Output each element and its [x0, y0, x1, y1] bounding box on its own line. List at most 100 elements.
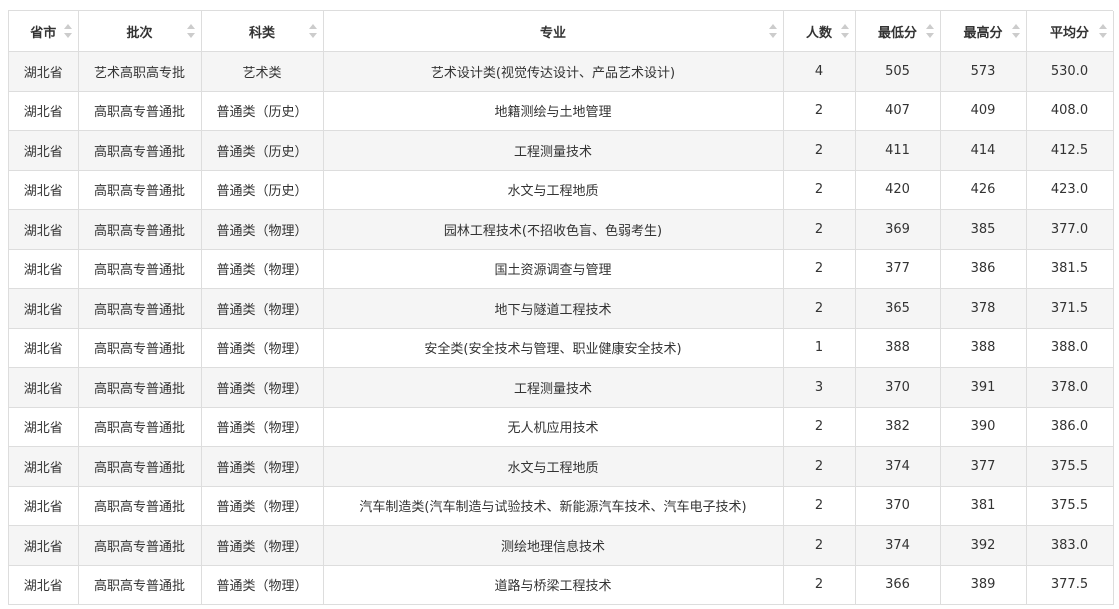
cell-batch: 高职高专普通批	[78, 565, 202, 605]
cell-max-score: 426	[940, 170, 1027, 210]
cell-count: 4	[783, 51, 856, 92]
cell-avg-score: 423.0	[1026, 170, 1114, 210]
cell-count: 2	[783, 407, 856, 447]
cell-min-score: 366	[855, 565, 941, 605]
column-header-label: 批次	[126, 25, 153, 41]
column-header-province[interactable]: 省市	[9, 11, 79, 52]
cell-max-score: 378	[940, 288, 1027, 329]
table-row: 湖北省 高职高专普通批 普通类（物理） 国土资源调查与管理 2 377 386 381.5	[9, 249, 1114, 289]
sort-arrows-icon[interactable]	[768, 24, 777, 38]
cell-province: 湖北省	[9, 367, 79, 408]
table-row: 湖北省 高职高专普通批 普通类（历史） 工程测量技术 2 411 414 412.5	[9, 130, 1114, 171]
cell-max-score: 377	[940, 446, 1027, 487]
column-header-max-score[interactable]: 最高分	[940, 11, 1027, 52]
cell-category: 普通类（物理）	[201, 407, 324, 447]
cell-max-score: 390	[940, 407, 1027, 447]
sort-arrows-icon[interactable]	[840, 24, 849, 38]
cell-count: 2	[783, 170, 856, 210]
cell-province: 湖北省	[9, 446, 79, 487]
table-row: 湖北省 高职高专普通批 普通类（物理） 水文与工程地质 2 374 377 375.5	[9, 446, 1114, 487]
score-table: 省市 批次 科类 专业 人数 最低分 最高分 平均分 湖北省 艺术高职高专批 艺…	[9, 11, 1114, 605]
cell-major: 汽车制造类(汽车制造与试验技术、新能源汽车技术、汽车电子技术)	[323, 486, 784, 526]
cell-count: 2	[783, 446, 856, 487]
cell-category: 普通类（历史）	[201, 170, 324, 210]
cell-max-score: 414	[940, 130, 1027, 171]
cell-min-score: 505	[855, 51, 941, 92]
sort-arrows-icon[interactable]	[63, 24, 72, 38]
cell-major: 园林工程技术(不招收色盲、色弱考生)	[323, 209, 784, 250]
cell-min-score: 411	[855, 130, 941, 171]
cell-min-score: 370	[855, 486, 941, 526]
column-header-avg-score[interactable]: 平均分	[1026, 11, 1114, 52]
cell-max-score: 573	[940, 51, 1027, 92]
cell-avg-score: 381.5	[1026, 249, 1114, 289]
cell-major: 国土资源调查与管理	[323, 249, 784, 289]
cell-category: 普通类（历史）	[201, 91, 324, 131]
cell-count: 2	[783, 130, 856, 171]
cell-category: 普通类（物理）	[201, 288, 324, 329]
cell-max-score: 389	[940, 565, 1027, 605]
cell-major: 工程测量技术	[323, 367, 784, 408]
cell-batch: 高职高专普通批	[78, 328, 202, 368]
cell-min-score: 377	[855, 249, 941, 289]
table-row: 湖北省 高职高专普通批 普通类（物理） 汽车制造类(汽车制造与试验技术、新能源汽车技术…	[9, 486, 1114, 526]
column-header-min-score[interactable]: 最低分	[855, 11, 941, 52]
cell-province: 湖北省	[9, 486, 79, 526]
column-header-label: 最高分	[963, 25, 1003, 41]
column-header-label: 人数	[805, 25, 832, 41]
cell-batch: 高职高专普通批	[78, 407, 202, 447]
cell-avg-score: 386.0	[1026, 407, 1114, 447]
cell-max-score: 388	[940, 328, 1027, 368]
sort-arrows-icon[interactable]	[308, 24, 317, 38]
cell-count: 3	[783, 367, 856, 408]
cell-batch: 高职高专普通批	[78, 446, 202, 487]
table-row: 湖北省 艺术高职高专批 艺术类 艺术设计类(视觉传达设计、产品艺术设计) 4 505 573…	[9, 51, 1114, 92]
cell-batch: 高职高专普通批	[78, 367, 202, 408]
cell-avg-score: 530.0	[1026, 51, 1114, 92]
table-row: 湖北省 高职高专普通批 普通类（物理） 地下与隧道工程技术 2 365 378 371.5	[9, 288, 1114, 329]
cell-avg-score: 412.5	[1026, 130, 1114, 171]
column-header-count[interactable]: 人数	[783, 11, 856, 52]
cell-category: 普通类（物理）	[201, 525, 324, 566]
sort-arrows-icon[interactable]	[1098, 24, 1107, 38]
cell-count: 2	[783, 565, 856, 605]
cell-avg-score: 371.5	[1026, 288, 1114, 329]
cell-batch: 高职高专普通批	[78, 209, 202, 250]
column-header-category[interactable]: 科类	[201, 11, 324, 52]
column-header-label: 平均分	[1049, 25, 1089, 41]
cell-batch: 艺术高职高专批	[78, 51, 202, 92]
column-header-major[interactable]: 专业	[323, 11, 784, 52]
cell-max-score: 386	[940, 249, 1027, 289]
cell-max-score: 385	[940, 209, 1027, 250]
cell-avg-score: 375.5	[1026, 486, 1114, 526]
cell-max-score: 392	[940, 525, 1027, 566]
cell-batch: 高职高专普通批	[78, 288, 202, 329]
cell-min-score: 365	[855, 288, 941, 329]
cell-category: 普通类（历史）	[201, 130, 324, 171]
sort-arrows-icon[interactable]	[1011, 24, 1020, 38]
column-header-label: 专业	[539, 25, 566, 41]
cell-major: 安全类(安全技术与管理、职业健康安全技术)	[323, 328, 784, 368]
cell-count: 2	[783, 91, 856, 131]
cell-max-score: 391	[940, 367, 1027, 408]
sort-arrows-icon[interactable]	[925, 24, 934, 38]
cell-batch: 高职高专普通批	[78, 486, 202, 526]
cell-min-score: 374	[855, 446, 941, 487]
cell-min-score: 369	[855, 209, 941, 250]
cell-major: 无人机应用技术	[323, 407, 784, 447]
cell-avg-score: 377.5	[1026, 565, 1114, 605]
sort-arrows-icon[interactable]	[186, 24, 195, 38]
cell-major: 水文与工程地质	[323, 446, 784, 487]
table-body: 湖北省 艺术高职高专批 艺术类 艺术设计类(视觉传达设计、产品艺术设计) 4 505 573…	[9, 51, 1114, 605]
column-header-label: 省市	[30, 25, 57, 41]
cell-major: 测绘地理信息技术	[323, 525, 784, 566]
column-header-label: 科类	[248, 25, 275, 41]
cell-category: 普通类（物理）	[201, 328, 324, 368]
cell-province: 湖北省	[9, 170, 79, 210]
cell-category: 普通类（物理）	[201, 446, 324, 487]
cell-min-score: 388	[855, 328, 941, 368]
cell-count: 2	[783, 486, 856, 526]
column-header-batch[interactable]: 批次	[78, 11, 202, 52]
cell-province: 湖北省	[9, 249, 79, 289]
cell-batch: 高职高专普通批	[78, 249, 202, 289]
